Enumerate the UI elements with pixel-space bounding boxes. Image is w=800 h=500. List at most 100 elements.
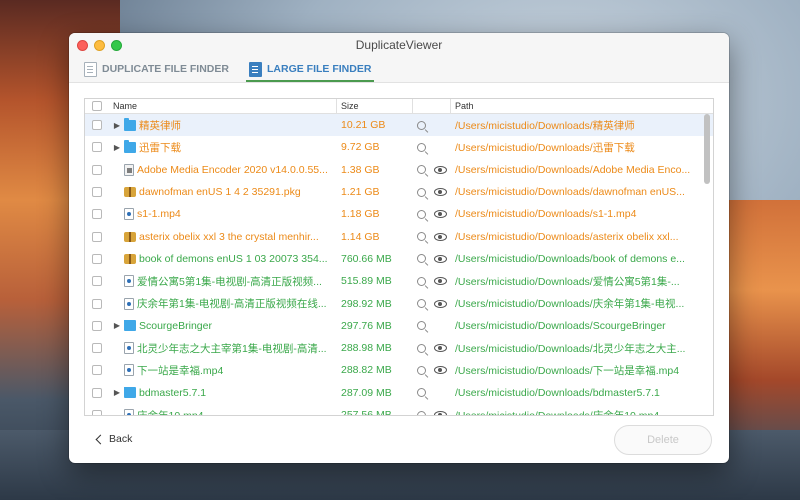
video-file-icon	[124, 342, 134, 355]
reveal-in-finder-icon[interactable]	[417, 388, 426, 398]
disclosure-triangle-icon[interactable]: ▶	[113, 321, 121, 330]
video-file-icon	[124, 208, 134, 221]
reveal-in-finder-icon[interactable]	[417, 321, 426, 331]
file-name: 北灵少年志之大主宰第1集-电视剧-高清...	[137, 342, 327, 355]
reveal-in-finder-icon[interactable]	[417, 410, 426, 415]
table-row[interactable]: s1-1.mp4 1.18 GB/Users/micistudio/Downloa…	[85, 203, 713, 225]
disclosure-triangle-icon[interactable]: ▶	[113, 121, 121, 130]
table-row[interactable]: asterix obelix xxl 3 the crystal menhir.…	[85, 225, 713, 247]
preview-eye-icon[interactable]	[434, 210, 447, 219]
preview-eye-icon[interactable]	[434, 232, 447, 241]
table-body: ▶ 精英律师 10.21 GB/Users/micistudio/Downloads…	[85, 114, 713, 416]
preview-eye-icon[interactable]	[434, 165, 447, 174]
file-name: 迅雷下载	[139, 141, 181, 154]
reveal-in-finder-icon[interactable]	[417, 120, 426, 130]
table-row[interactable]: 爱情公寓5第1集-电视剧-高清正版视频... 515.89 MB/Users/mi…	[85, 270, 713, 292]
row-checkbox[interactable]	[92, 410, 102, 415]
reveal-in-finder-icon[interactable]	[417, 276, 426, 286]
file-size: 1.14 GB	[341, 230, 380, 243]
reveal-in-finder-icon[interactable]	[417, 232, 426, 242]
delete-button[interactable]: Delete	[614, 425, 712, 455]
video-file-icon	[124, 275, 134, 288]
table-row[interactable]: ▶ 精英律师 10.21 GB/Users/micistudio/Downloads…	[85, 114, 713, 137]
folder-icon	[124, 139, 136, 153]
disclosure-triangle-icon[interactable]: ▶	[113, 388, 121, 397]
file-name: ScourgeBringer	[139, 319, 212, 332]
reveal-in-finder-icon[interactable]	[417, 209, 426, 219]
row-checkbox[interactable]	[92, 365, 102, 376]
table-row[interactable]: 庆余年10.mp4 257.56 MB/Users/micistudio/Down…	[85, 404, 713, 416]
table-row[interactable]: ▶ ScourgeBringer 297.76 MB/Users/micistudi…	[85, 315, 713, 337]
preview-eye-icon[interactable]	[434, 411, 447, 415]
preview-eye-icon[interactable]	[434, 254, 447, 263]
row-checkbox[interactable]	[92, 164, 102, 175]
reveal-in-finder-icon[interactable]	[417, 187, 426, 197]
row-checkbox[interactable]	[92, 253, 102, 264]
file-path: /Users/micistudio/Downloads/北灵少年志之大主...	[455, 342, 686, 355]
column-header-size[interactable]: Size	[337, 99, 413, 113]
video-file-icon	[124, 409, 134, 415]
file-size: 10.21 GB	[341, 119, 386, 132]
row-checkbox[interactable]	[92, 187, 102, 198]
table-row[interactable]: dawnofman enUS 1 4 2 35291.pkg 1.21 GB/Us…	[85, 181, 713, 203]
disclosure-triangle-icon[interactable]: ▶	[113, 143, 121, 152]
row-checkbox[interactable]	[92, 276, 102, 287]
window-title: DuplicateViewer	[355, 38, 443, 52]
preview-eye-icon[interactable]	[434, 344, 447, 353]
file-size: 257.56 MB	[341, 409, 392, 416]
table-row[interactable]: Adobe Media Encoder 2020 v14.0.0.55... 1.…	[85, 159, 713, 181]
file-name: Adobe Media Encoder 2020 v14.0.0.55...	[137, 163, 328, 176]
reveal-in-finder-icon[interactable]	[417, 254, 426, 264]
row-checkbox[interactable]	[92, 142, 102, 153]
table-row[interactable]: 下一站是幸福.mp4 288.82 MB/Users/micistudio/Dow…	[85, 359, 713, 381]
table-row[interactable]: ▶ bdmaster5.7.1 287.09 MB/Users/micistudio…	[85, 382, 713, 404]
select-all-checkbox[interactable]	[92, 101, 102, 111]
row-checkbox[interactable]	[92, 231, 102, 242]
row-checkbox[interactable]	[92, 343, 102, 354]
preview-eye-icon[interactable]	[434, 299, 447, 308]
column-header-name[interactable]: Name	[109, 99, 337, 113]
vertical-scrollbar[interactable]	[704, 114, 710, 184]
table-row[interactable]: book of demons enUS 1 03 20073 354... 760…	[85, 248, 713, 270]
reveal-in-finder-icon[interactable]	[417, 142, 426, 152]
row-checkbox[interactable]	[92, 320, 102, 331]
file-size: 1.18 GB	[341, 208, 380, 221]
row-checkbox[interactable]	[92, 120, 102, 131]
tab-duplicate-file-finder[interactable]: DUPLICATE FILE FINDER	[81, 58, 232, 82]
reveal-in-finder-icon[interactable]	[417, 365, 426, 375]
preview-eye-icon[interactable]	[434, 366, 447, 375]
file-name: 庆余年10.mp4	[137, 409, 204, 416]
column-header-path[interactable]: Path	[451, 101, 713, 111]
file-name: bdmaster5.7.1	[139, 386, 207, 399]
table-header: Name Size Path	[85, 99, 713, 114]
table-row[interactable]: ▶ 迅雷下载 9.72 GB/Users/micistudio/Downloads/…	[85, 136, 713, 158]
preview-eye-icon[interactable]	[434, 188, 447, 197]
file-size: 1.21 GB	[341, 186, 380, 199]
window-controls	[77, 40, 122, 51]
file-path: /Users/micistudio/Downloads/庆余年第1集-电视...	[455, 298, 685, 311]
back-button[interactable]: Back	[95, 433, 132, 445]
file-name: dawnofman enUS 1 4 2 35291.pkg	[139, 186, 301, 199]
reveal-in-finder-icon[interactable]	[417, 299, 426, 309]
table-row[interactable]: 庆余年第1集-电视剧-高清正版视频在线... 298.92 MB/Users/mi…	[85, 292, 713, 314]
reveal-in-finder-icon[interactable]	[417, 343, 426, 353]
reveal-in-finder-icon[interactable]	[417, 165, 426, 175]
folder-icon	[124, 117, 136, 131]
preview-eye-icon[interactable]	[434, 277, 447, 286]
video-file-icon	[124, 297, 134, 310]
row-checkbox[interactable]	[92, 387, 102, 398]
file-path: /Users/micistudio/Downloads/精英律师	[455, 119, 635, 132]
minimize-window-button[interactable]	[94, 40, 105, 51]
package-icon	[124, 253, 136, 264]
file-name: 下一站是幸福.mp4	[137, 364, 224, 377]
file-path: /Users/micistudio/Downloads/dawnofman en…	[455, 186, 685, 199]
row-checkbox[interactable]	[92, 298, 102, 309]
file-size: 297.76 MB	[341, 319, 392, 332]
file-path: /Users/micistudio/Downloads/bdmaster5.7.…	[455, 386, 660, 399]
table-row[interactable]: 北灵少年志之大主宰第1集-电视剧-高清... 288.98 MB/Users/mi…	[85, 337, 713, 359]
title-bar: DuplicateViewer	[69, 33, 729, 57]
row-checkbox[interactable]	[92, 209, 102, 220]
close-window-button[interactable]	[77, 40, 88, 51]
maximize-window-button[interactable]	[111, 40, 122, 51]
tab-large-file-finder[interactable]: LARGE FILE FINDER	[245, 58, 375, 82]
